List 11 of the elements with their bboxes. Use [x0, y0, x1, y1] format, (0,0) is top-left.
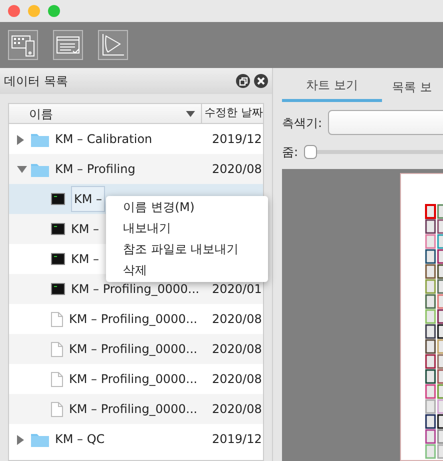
date-text: 2019/12: [211, 131, 262, 148]
instrument-label: 측색기:: [282, 114, 322, 132]
panel-title: 데이터 목록: [4, 73, 69, 90]
date-text: 2020/08: [211, 311, 262, 328]
date-text: 2020/08: [211, 401, 262, 418]
date-text: 2020/08: [211, 161, 262, 178]
date-text: 2020/08: [211, 371, 262, 388]
date-text: 2020/01: [211, 281, 262, 298]
zoom-label: 줌:: [282, 144, 298, 161]
date-text: 2019/12: [211, 431, 262, 448]
date-text: 2020/08: [211, 341, 262, 358]
